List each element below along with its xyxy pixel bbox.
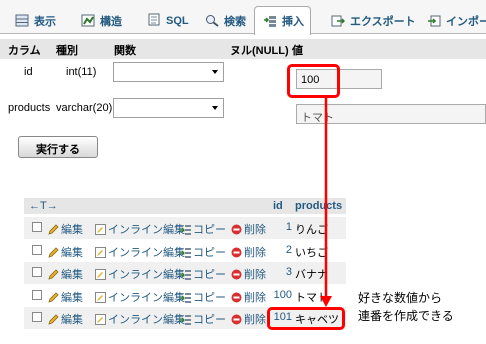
- annotation-line-1: 好きな数値から: [358, 291, 443, 305]
- new-row-highlight-box: [267, 307, 345, 330]
- annotation-line-2: 連番を作成できる: [358, 309, 454, 323]
